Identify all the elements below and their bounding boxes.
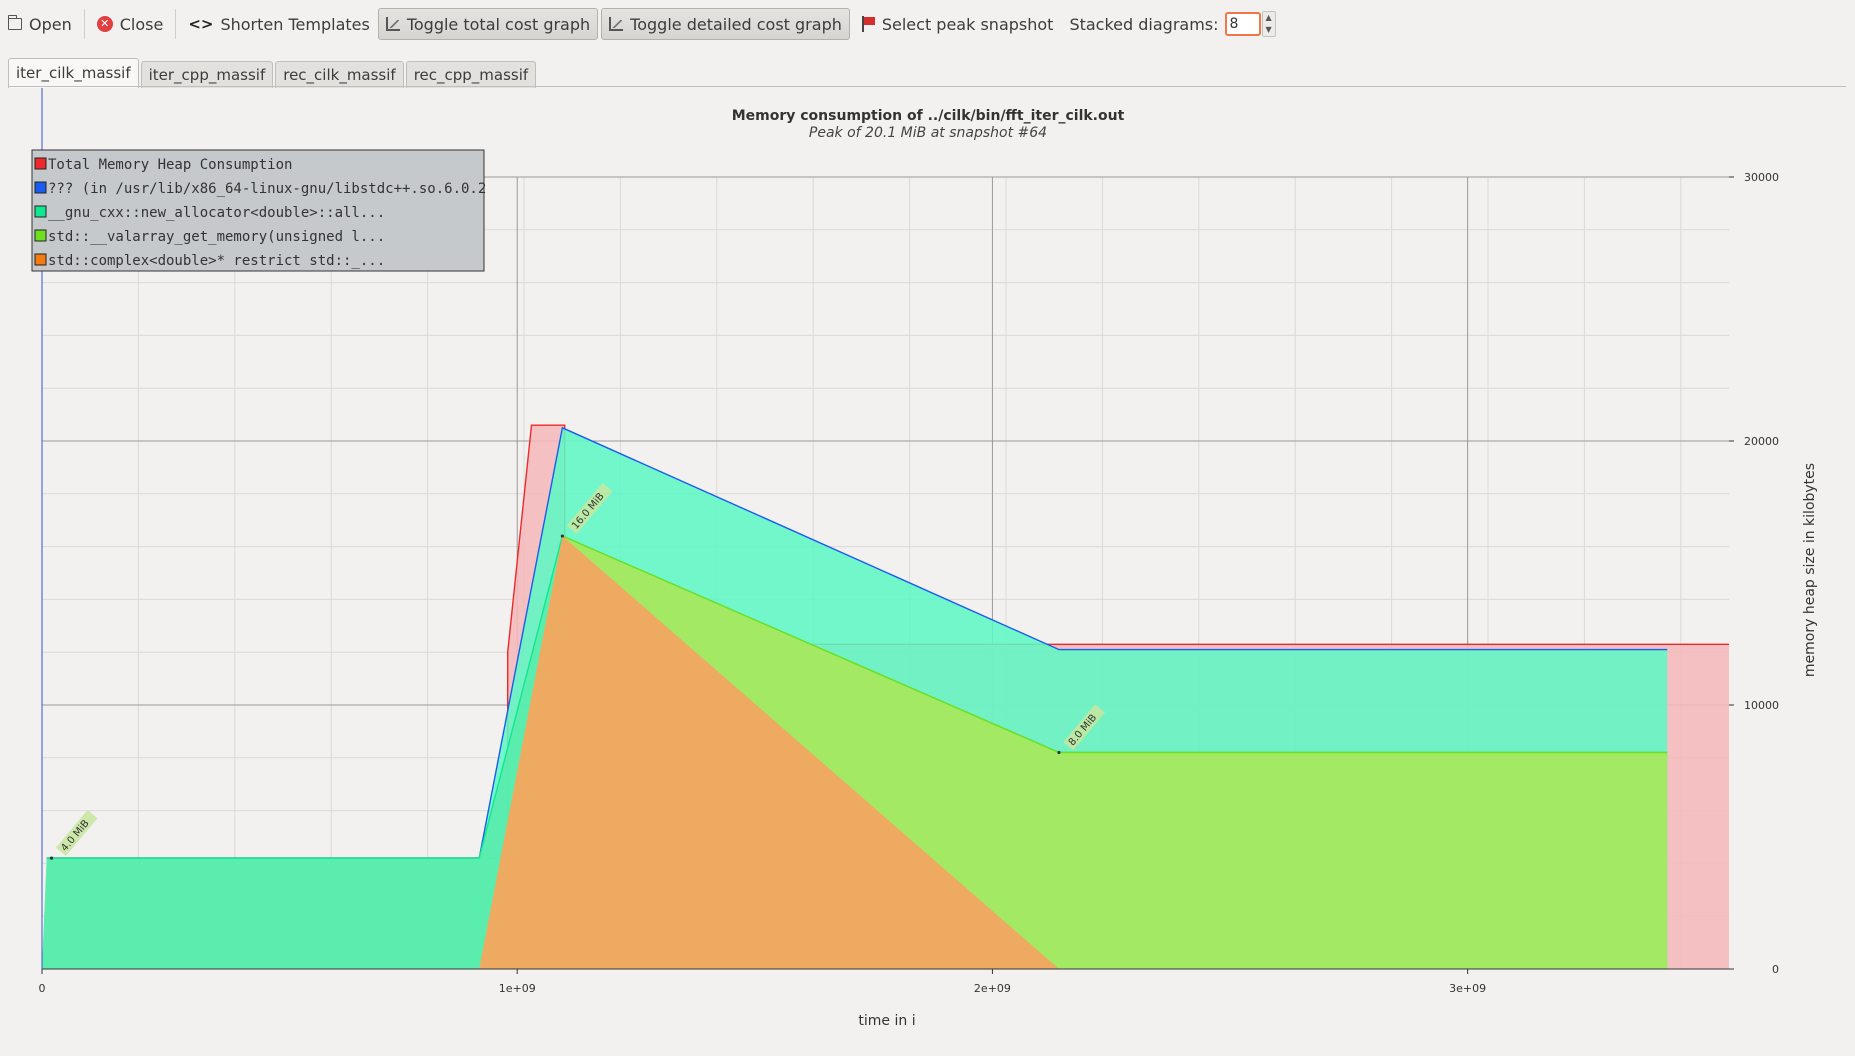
- toolbar-separator: [175, 9, 177, 39]
- x-axis-label: time in i: [858, 1013, 915, 1029]
- legend-entry: std::__valarray_get_memory(unsigned l...: [48, 229, 385, 245]
- legend-swatch: [34, 229, 47, 242]
- chart-legend: Total Memory Heap Consumption ??? (in /us…: [31, 149, 486, 272]
- code-brackets-icon: <>: [188, 15, 214, 33]
- y-axis-label: memory heap size in kilobytes: [1802, 463, 1818, 677]
- stacked-diagrams-control: Stacked diagrams: ▲ ▼: [1061, 8, 1283, 40]
- toolbar-separator: [83, 9, 85, 39]
- open-button[interactable]: Open: [0, 8, 80, 40]
- open-label: Open: [29, 14, 72, 34]
- y-tick-label: 20000: [1744, 435, 1779, 448]
- toggle-detailed-cost-label: Toggle detailed cost graph: [630, 14, 842, 34]
- folder-open-icon: [7, 15, 22, 30]
- tab-bar-divider: [8, 86, 1846, 87]
- x-tick-label: 2e+09: [974, 982, 1011, 995]
- toggle-detailed-cost-button[interactable]: Toggle detailed cost graph: [601, 8, 850, 40]
- y-tick-label: 30000: [1744, 171, 1779, 184]
- annotation-text: 4.0 MiB: [59, 818, 92, 854]
- flag-icon: [861, 16, 875, 32]
- file-tabs: iter_cilk_massif iter_cpp_massif rec_cil…: [8, 58, 538, 88]
- select-peak-snapshot-button[interactable]: Select peak snapshot: [853, 8, 1062, 40]
- close-icon: ✕: [96, 16, 113, 32]
- tab-iter-cpp-massif[interactable]: iter_cpp_massif: [140, 61, 274, 88]
- area-chart-icon: [385, 17, 400, 31]
- toggle-total-cost-label: Toggle total cost graph: [406, 14, 591, 34]
- toolbar: Open ✕ Close <> Shorten Templates Toggle…: [0, 0, 1855, 48]
- chart-subtitle: Peak of 20.1 MiB at snapshot #64: [809, 125, 1047, 141]
- x-tick-label: 3e+09: [1449, 982, 1486, 995]
- tab-rec-cilk-massif[interactable]: rec_cilk_massif: [275, 61, 404, 88]
- shorten-templates-button[interactable]: <> Shorten Templates: [180, 8, 378, 40]
- close-label: Close: [119, 14, 164, 34]
- chart-areas: 4.0 MiB16.0 MiB8.0 MiB: [42, 424, 1729, 969]
- chart-title: Memory consumption of ../cilk/bin/fft_it…: [732, 108, 1125, 124]
- annotation-point: [560, 534, 564, 538]
- annotation-point: [1057, 750, 1061, 755]
- spinbox-arrows: ▲ ▼: [1261, 11, 1276, 37]
- annotation-point: [49, 856, 54, 860]
- stacked-diagrams-input[interactable]: [1224, 12, 1261, 36]
- chevron-down-icon[interactable]: ▼: [1263, 24, 1275, 36]
- legend-entry: std::complex<double>* restrict std::_...: [48, 253, 385, 269]
- annotation-label: 4.0 MiB: [55, 809, 98, 857]
- legend-swatch: [34, 205, 47, 218]
- shorten-templates-label: Shorten Templates: [220, 14, 370, 34]
- tab-iter-cilk-massif[interactable]: iter_cilk_massif: [8, 58, 139, 88]
- legend-entry: ??? (in /usr/lib/x86_64-linux-gnu/libstd…: [48, 181, 486, 197]
- tab-rec-cpp-massif[interactable]: rec_cpp_massif: [405, 61, 537, 88]
- x-tick-label: 1e+09: [499, 982, 536, 995]
- y-tick-label: 0: [1772, 963, 1779, 976]
- area-chart-icon: [609, 17, 624, 31]
- legend-swatch: [34, 157, 47, 170]
- legend-swatch: [34, 253, 47, 266]
- legend-entry: __gnu_cxx::new_allocator<double>::all...: [48, 205, 385, 221]
- stacked-diagrams-spinbox: ▲ ▼: [1224, 11, 1276, 37]
- x-tick-label: 0: [39, 982, 46, 995]
- select-peak-snapshot-label: Select peak snapshot: [881, 14, 1054, 34]
- chevron-up-icon[interactable]: ▲: [1263, 12, 1275, 24]
- legend-swatch: [34, 181, 47, 194]
- stacked-diagrams-label: Stacked diagrams:: [1069, 14, 1219, 34]
- memory-chart: 4.0 MiB16.0 MiB8.0 MiB 0 1e+09 2e+09 3e+09 0…: [31, 88, 1818, 1029]
- close-button[interactable]: ✕ Close: [89, 8, 172, 40]
- legend-entry: Total Memory Heap Consumption: [48, 157, 292, 173]
- y-tick-label: 10000: [1744, 699, 1779, 712]
- toggle-total-cost-button[interactable]: Toggle total cost graph: [377, 8, 599, 40]
